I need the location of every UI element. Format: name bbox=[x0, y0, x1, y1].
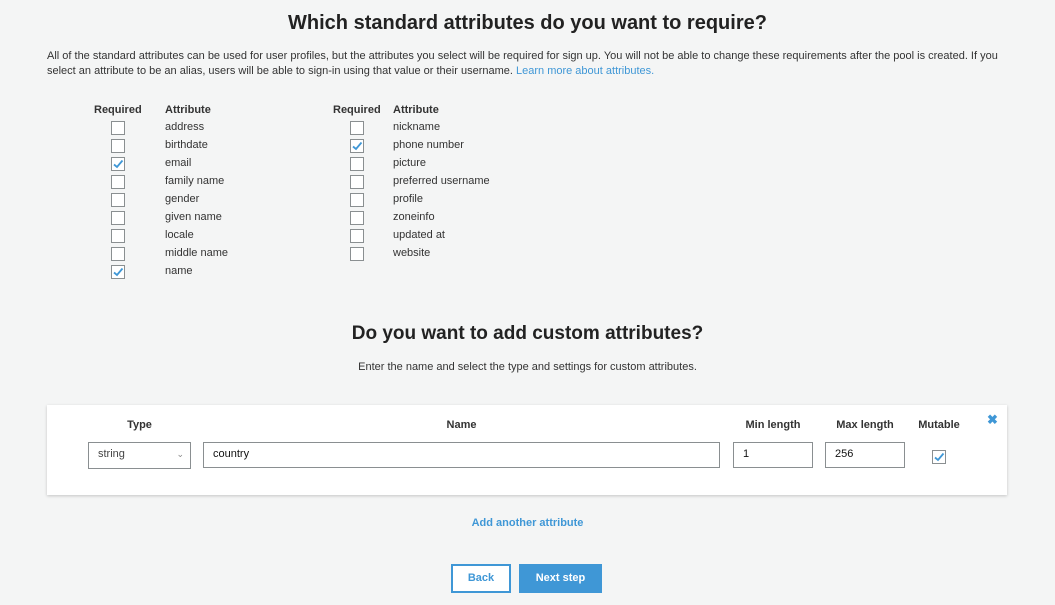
attribute-label: website bbox=[393, 247, 431, 259]
attribute-label: email bbox=[165, 157, 192, 169]
min-length-header: Min length bbox=[745, 419, 801, 431]
required-checkbox[interactable] bbox=[350, 247, 364, 261]
attribute-label: nickname bbox=[393, 121, 441, 133]
attribute-label: updated at bbox=[393, 229, 445, 241]
type-select[interactable]: string ⌄ bbox=[88, 442, 191, 469]
required-checkbox[interactable] bbox=[111, 229, 125, 243]
custom-title: Do you want to add custom attributes? bbox=[351, 323, 704, 344]
required-header: Required bbox=[333, 104, 381, 116]
required-checkbox[interactable] bbox=[350, 193, 364, 207]
attribute-label: given name bbox=[165, 211, 222, 223]
required-checkbox[interactable] bbox=[111, 265, 125, 279]
attribute-label: middle name bbox=[165, 247, 228, 259]
remove-attribute-icon[interactable]: ✖ bbox=[987, 412, 998, 428]
name-header: Name bbox=[446, 419, 477, 431]
attribute-label: preferred username bbox=[393, 175, 490, 187]
required-checkbox[interactable] bbox=[350, 139, 364, 153]
mutable-checkbox[interactable] bbox=[932, 450, 946, 464]
type-value: string bbox=[98, 448, 125, 460]
required-checkbox[interactable] bbox=[111, 193, 125, 207]
attribute-header: Attribute bbox=[165, 104, 211, 116]
required-checkbox[interactable] bbox=[111, 175, 125, 189]
required-checkbox[interactable] bbox=[111, 247, 125, 261]
max-length-header: Max length bbox=[836, 419, 894, 431]
next-step-button[interactable]: Next step bbox=[519, 564, 602, 593]
attribute-label: family name bbox=[165, 175, 225, 187]
description: All of the standard attributes can be us… bbox=[47, 49, 1007, 78]
attribute-label: name bbox=[165, 265, 193, 277]
custom-attribute-card: Type Name Min length Max length Mutable … bbox=[47, 405, 1007, 495]
required-header: Required bbox=[94, 104, 142, 116]
attribute-label: profile bbox=[393, 193, 423, 205]
custom-subtitle: Enter the name and select the type and s… bbox=[358, 361, 697, 373]
required-checkbox[interactable] bbox=[350, 229, 364, 243]
max-length-input[interactable]: 256 bbox=[825, 442, 905, 468]
name-input[interactable]: country bbox=[203, 442, 720, 468]
mutable-header: Mutable bbox=[918, 419, 960, 431]
required-checkbox[interactable] bbox=[350, 175, 364, 189]
required-checkbox[interactable] bbox=[111, 157, 125, 171]
required-checkbox[interactable] bbox=[350, 157, 364, 171]
back-button[interactable]: Back bbox=[451, 564, 511, 593]
attribute-label: zoneinfo bbox=[393, 211, 435, 223]
attribute-label: picture bbox=[393, 157, 427, 169]
page-title: Which standard attributes do you want to… bbox=[288, 12, 767, 34]
required-checkbox[interactable] bbox=[350, 121, 364, 135]
required-checkbox[interactable] bbox=[111, 121, 125, 135]
required-checkbox[interactable] bbox=[111, 139, 125, 153]
attribute-label: address bbox=[165, 121, 205, 133]
chevron-down-icon: ⌄ bbox=[176, 449, 184, 459]
type-header: Type bbox=[127, 419, 152, 431]
attribute-label: birthdate bbox=[165, 139, 208, 151]
attribute-label: phone number bbox=[393, 139, 464, 151]
attribute-label: locale bbox=[165, 229, 194, 241]
attribute-label: gender bbox=[165, 193, 200, 205]
add-another-attribute-link[interactable]: Add another attribute bbox=[0, 517, 1055, 529]
min-length-input[interactable]: 1 bbox=[733, 442, 813, 468]
required-checkbox[interactable] bbox=[111, 211, 125, 225]
learn-more-link[interactable]: Learn more about attributes. bbox=[516, 65, 654, 77]
required-checkbox[interactable] bbox=[350, 211, 364, 225]
attribute-header: Attribute bbox=[393, 104, 439, 116]
